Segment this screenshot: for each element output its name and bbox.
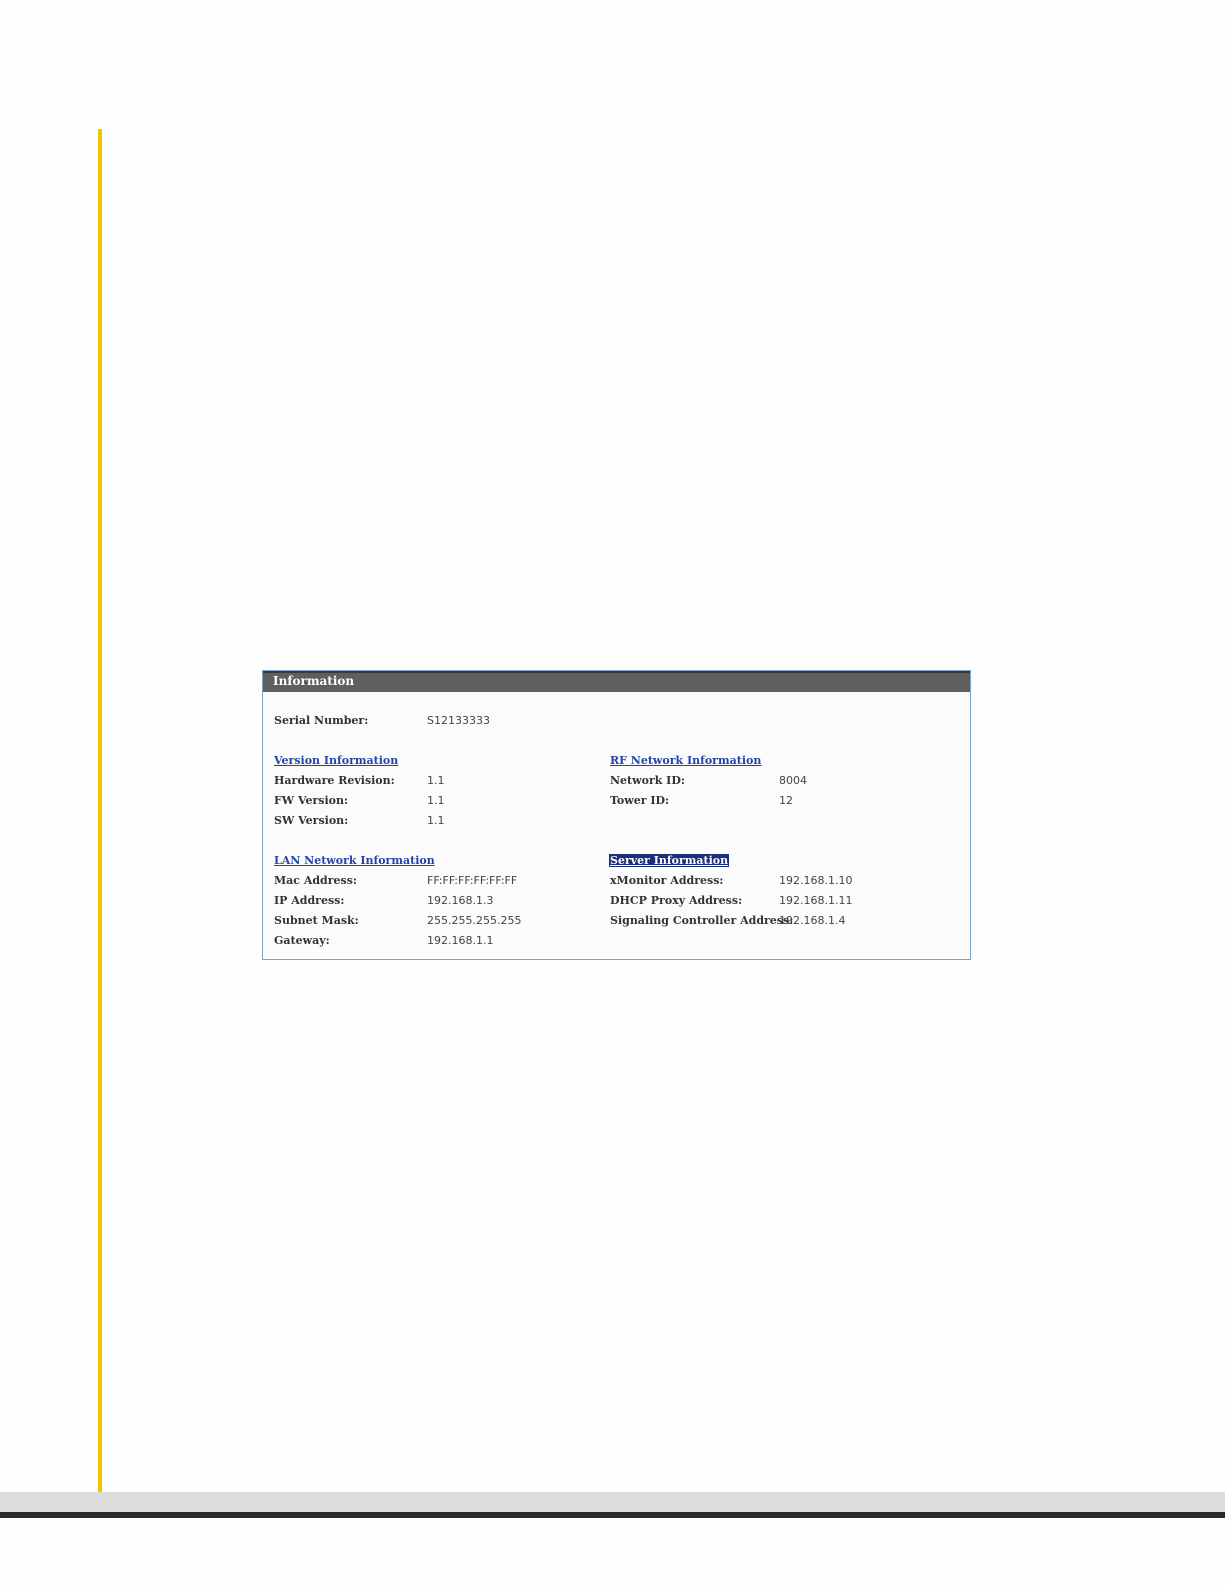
serial-number-label: Serial Number: [274,714,369,727]
hardware-revision-value: 1.1 [427,774,445,787]
tower-id-label: Tower ID: [610,794,670,807]
gateway-label: Gateway: [274,934,330,947]
xmonitor-address-label: xMonitor Address: [610,874,724,887]
dhcp-proxy-address-label: DHCP Proxy Address: [610,894,743,907]
network-id-value: 8004 [779,774,807,787]
subnet-mask-value: 255.255.255.255 [427,914,522,927]
hardware-revision-label: Hardware Revision: [274,774,395,787]
ip-address-value: 192.168.1.3 [427,894,494,907]
rf-network-information-link[interactable]: RF Network Information [610,754,761,767]
xmonitor-address-value: 192.168.1.10 [779,874,853,887]
dhcp-proxy-address-value: 192.168.1.11 [779,894,853,907]
version-information-link[interactable]: Version Information [274,754,398,767]
mac-address-value: FF:FF:FF:FF:FF:FF [427,874,518,887]
signaling-controller-address-label: Signaling Controller Address: [610,914,794,927]
sw-version-value: 1.1 [427,814,445,827]
sw-version-label: SW Version: [274,814,349,827]
page-accent-rule [98,129,102,1514]
network-id-label: Network ID: [610,774,685,787]
signaling-controller-address-value: 192.168.1.4 [779,914,846,927]
fw-version-label: FW Version: [274,794,349,807]
ip-address-label: IP Address: [274,894,345,907]
serial-number-value: S12133333 [427,714,490,727]
footer-rule [0,1512,1225,1518]
gateway-value: 192.168.1.1 [427,934,494,947]
server-information-link[interactable]: Server Information [609,854,730,867]
fw-version-value: 1.1 [427,794,445,807]
lan-network-information-link[interactable]: LAN Network Information [274,854,435,867]
footer-band [0,1492,1225,1512]
subnet-mask-label: Subnet Mask: [274,914,359,927]
mac-address-label: Mac Address: [274,874,357,887]
panel-header: Information [263,671,970,692]
panel-title: Information [273,674,355,688]
information-panel: Information Serial Number: S12133333 Ver… [262,670,971,960]
tower-id-value: 12 [779,794,793,807]
